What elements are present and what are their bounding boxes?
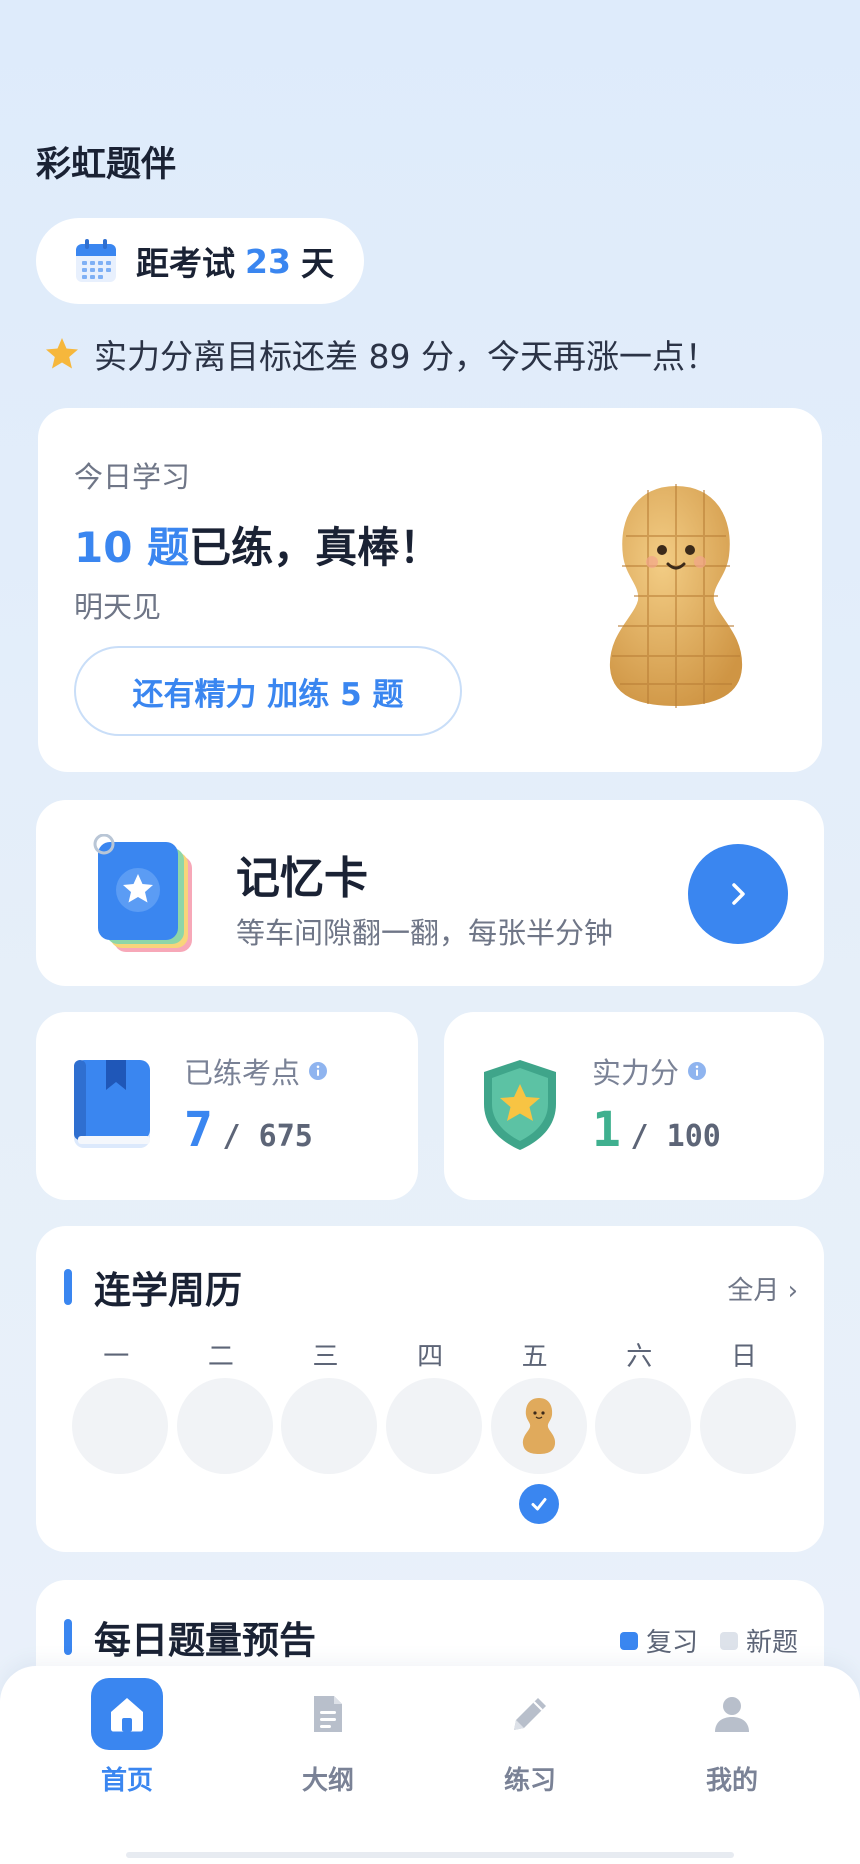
weekday-label: 三 xyxy=(312,1342,339,1372)
week-days xyxy=(68,1378,804,1524)
exam-countdown[interactable]: 距考试 23 天 xyxy=(36,218,364,304)
tab-home[interactable]: 首页 xyxy=(52,1678,202,1797)
info-icon[interactable] xyxy=(687,1061,707,1081)
tab-label: 我的 xyxy=(705,1766,758,1796)
legend-swatch-review xyxy=(619,1631,638,1650)
user-icon xyxy=(696,1678,768,1750)
memory-card-desc: 等车间隙翻一翻，每张半分钟 xyxy=(236,916,614,950)
weekday-header: 一 二 三 四 五 六 日 xyxy=(64,1336,800,1373)
countdown-days: 23 xyxy=(245,241,291,281)
today-study-card: 今日学习 10 题已练，真棒！ 明天见 还有精力 加练 5 题 xyxy=(38,408,822,772)
star-icon xyxy=(46,338,78,369)
tab-outline[interactable]: 大纲 xyxy=(253,1678,403,1797)
legend-review: 复习 xyxy=(619,1622,698,1659)
tab-label: 首页 xyxy=(100,1766,153,1796)
title-accent-bar xyxy=(64,1269,72,1305)
weekday-label: 五 xyxy=(521,1342,548,1372)
practiced-points-label: 已练考点 xyxy=(184,1050,328,1092)
bottom-tab-bar: 首页 大纲 练习 我的 xyxy=(0,1666,860,1864)
peanut-mascot-small xyxy=(522,1398,555,1454)
forecast-legend: 复习 新题 xyxy=(598,1622,798,1659)
calendar-title: 连学周历 xyxy=(64,1260,242,1314)
forecast-title: 每日题量预告 xyxy=(64,1610,316,1664)
peanut-mascot xyxy=(605,481,747,711)
app-title: 彩虹题伴 xyxy=(36,145,177,185)
tab-practice[interactable]: 练习 xyxy=(455,1678,605,1797)
tab-profile[interactable]: 我的 xyxy=(657,1678,807,1797)
day-circle[interactable] xyxy=(176,1378,273,1474)
today-sub: 明天见 xyxy=(74,590,162,624)
home-indicator xyxy=(126,1852,734,1858)
extra-practice-button[interactable]: 还有精力 加练 5 题 xyxy=(74,646,462,736)
motto-text: 实力分离目标还差 89 分，今天再涨一点！ xyxy=(94,337,718,376)
shield-star-icon xyxy=(484,1060,556,1150)
weekday-label: 六 xyxy=(626,1342,653,1372)
countdown-prefix: 距考试 xyxy=(136,244,235,283)
memory-card-entry[interactable]: 记忆卡 等车间隙翻一翻，每张半分钟 xyxy=(36,800,824,986)
day-circle[interactable] xyxy=(281,1378,378,1474)
memory-card-title: 记忆卡 xyxy=(236,853,368,904)
chevron-right-icon xyxy=(732,883,745,905)
info-icon[interactable] xyxy=(308,1061,328,1081)
today-label: 今日学习 xyxy=(74,460,191,494)
weekday-label: 四 xyxy=(417,1342,444,1372)
strength-score-value: 1 / 100 xyxy=(592,1102,721,1158)
checkin-check-icon xyxy=(518,1484,559,1524)
weekday-label: 二 xyxy=(207,1342,234,1372)
document-icon xyxy=(292,1678,364,1750)
memory-card-go-button[interactable] xyxy=(688,844,788,944)
day-circle[interactable] xyxy=(699,1378,796,1474)
weekday-label: 一 xyxy=(103,1342,130,1372)
weekday-label: 日 xyxy=(730,1342,757,1372)
day-circle[interactable] xyxy=(72,1378,169,1474)
today-headline: 10 题已练，真棒！ xyxy=(74,514,441,575)
strength-score-label: 实力分 xyxy=(592,1050,707,1092)
practiced-points-card[interactable]: 已练考点 7 / 675 xyxy=(36,1012,418,1200)
tab-label: 大纲 xyxy=(301,1766,354,1796)
legend-swatch-new xyxy=(719,1631,738,1650)
motto: 实力分离目标还差 89 分，今天再涨一点！ xyxy=(44,330,718,378)
title-accent-bar xyxy=(64,1619,72,1655)
countdown-suffix: 天 xyxy=(300,244,334,283)
tab-label: 练习 xyxy=(503,1766,556,1796)
full-month-link[interactable]: 全月 › xyxy=(727,1270,798,1307)
day-circle[interactable] xyxy=(386,1378,483,1474)
weekly-calendar-card: 连学周历 全月 › 一 二 三 四 五 六 日 xyxy=(36,1226,824,1552)
day-circle-checked[interactable] xyxy=(490,1378,587,1474)
today-headline-rest: 已练，真棒！ xyxy=(189,523,442,572)
home-icon xyxy=(91,1678,163,1750)
practiced-points-value: 7 / 675 xyxy=(184,1102,313,1158)
day-circle[interactable] xyxy=(595,1378,692,1474)
strength-score-card[interactable]: 实力分 1 / 100 xyxy=(444,1012,824,1200)
pencil-icon xyxy=(494,1678,566,1750)
book-icon xyxy=(74,1060,150,1148)
calendar-icon xyxy=(76,239,116,282)
today-count: 10 题 xyxy=(74,523,190,572)
legend-new: 新题 xyxy=(719,1622,798,1659)
flashcard-deck-icon xyxy=(93,834,192,952)
